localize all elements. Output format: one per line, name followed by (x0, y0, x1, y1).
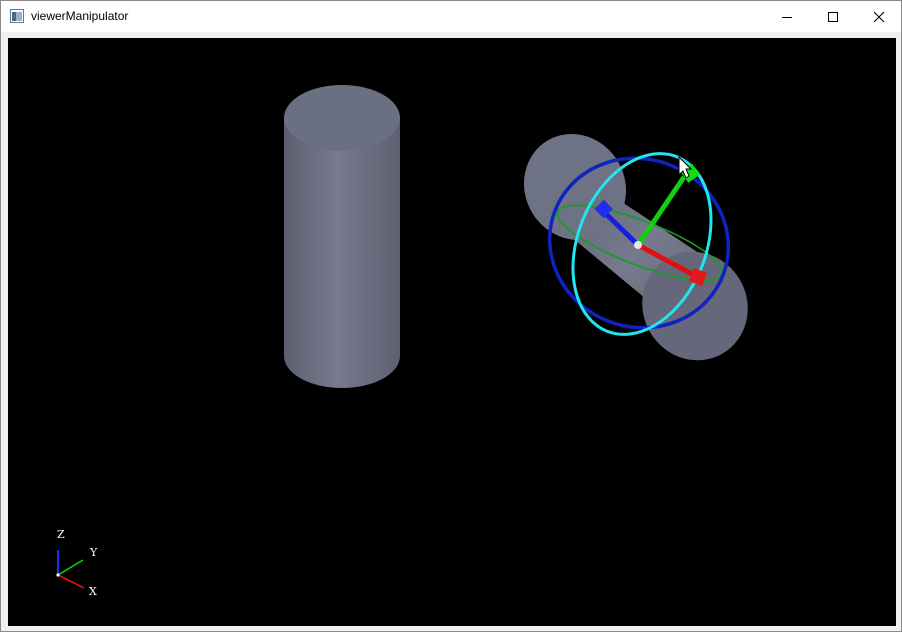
maximize-button[interactable] (810, 1, 856, 32)
upright-cylinder[interactable] (284, 85, 400, 388)
maximize-icon (828, 11, 838, 22)
window-title: viewerManipulator (31, 9, 129, 23)
manipulator-center[interactable] (634, 241, 642, 249)
3d-viewport[interactable]: Z Y X (8, 38, 896, 626)
z-axis-label: Z (57, 528, 65, 541)
app-icon (10, 9, 24, 23)
close-icon (873, 11, 885, 22)
app-window: viewerManipulator Z Y X (0, 0, 902, 632)
x-axis-label: X (89, 585, 97, 598)
y-axis-label: Y (89, 546, 98, 559)
close-button[interactable] (856, 1, 902, 32)
title-bar[interactable]: viewerManipulator (1, 1, 901, 32)
minimize-icon (782, 16, 792, 18)
minimize-button[interactable] (764, 1, 810, 32)
axis-triad: Z Y X (56, 528, 98, 598)
